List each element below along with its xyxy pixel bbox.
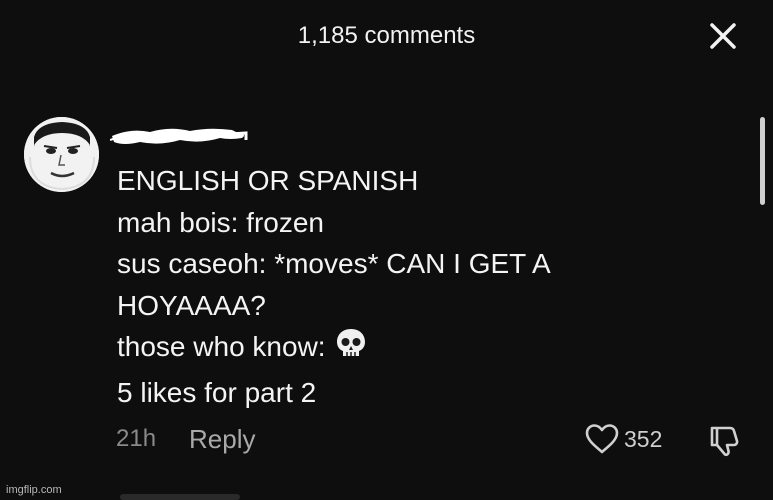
comment-line: ENGLISH OR SPANISH: [117, 165, 419, 196]
comment-timestamp: 21h: [116, 425, 157, 452]
reply-button[interactable]: Reply: [189, 424, 255, 455]
close-button[interactable]: [704, 20, 742, 54]
comments-sheet: 1,185 comments ENGLISH OR SPANISH mah bo…: [0, 0, 773, 500]
heart-icon: [585, 424, 619, 454]
skull-icon: [334, 326, 368, 372]
thumbs-down-icon: [710, 426, 739, 457]
avatar[interactable]: [24, 117, 99, 192]
comment-text: ENGLISH OR SPANISH mah bois: frozen sus …: [117, 160, 677, 413]
comment-line: sus caseoh: *moves* CAN I GET A: [117, 248, 551, 279]
dislike-button[interactable]: [706, 424, 742, 458]
comment-line-with-emoji: those who know:: [117, 326, 677, 372]
watermark: imgflip.com: [6, 484, 62, 496]
comment-line: mah bois: frozen: [117, 206, 324, 238]
redaction-scribble: [109, 128, 248, 144]
face-avatar-icon: [24, 117, 99, 192]
like-count: 352: [624, 425, 663, 452]
like-button[interactable]: 352: [584, 422, 662, 456]
comment-line: 5 likes for part 2: [117, 376, 317, 408]
close-icon: [710, 23, 736, 49]
scrollbar-thumb[interactable]: [760, 117, 765, 205]
comments-count-title: 1,185 comments: [297, 22, 476, 49]
comment-line: HOYAAAA?: [117, 289, 266, 321]
comment-line-text: those who know:: [117, 331, 326, 362]
username-redacted[interactable]: [109, 122, 250, 152]
next-comment-partial: [120, 494, 240, 500]
